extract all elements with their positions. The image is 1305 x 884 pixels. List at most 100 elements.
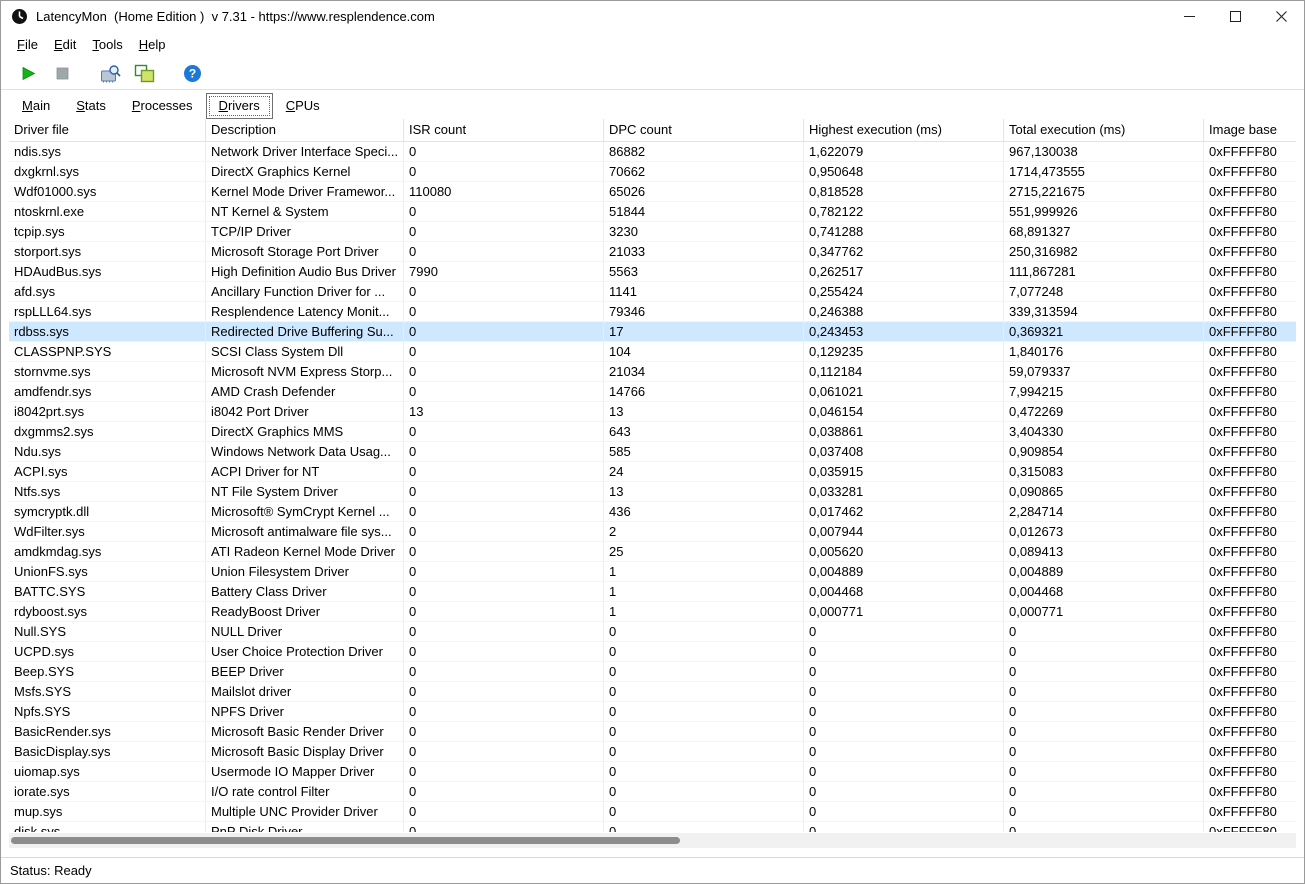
table-row[interactable]: symcryptk.dllMicrosoft® SymCrypt Kernel … bbox=[9, 502, 1296, 522]
column-header-driver-file[interactable]: Driver file bbox=[9, 119, 206, 141]
table-row[interactable]: UCPD.sysUser Choice Protection Driver000… bbox=[9, 642, 1296, 662]
table-row[interactable]: mup.sysMultiple UNC Provider Driver00000… bbox=[9, 802, 1296, 822]
cell-image-base: 0xFFFFF80 bbox=[1204, 342, 1296, 361]
start-monitor-button[interactable] bbox=[13, 59, 43, 87]
cell-isr-count: 0 bbox=[404, 502, 604, 521]
table-row[interactable]: storport.sysMicrosoft Storage Port Drive… bbox=[9, 242, 1296, 262]
tab-main[interactable]: Main bbox=[9, 93, 63, 119]
cell-dpc-count: 14766 bbox=[604, 382, 804, 401]
table-row[interactable]: Msfs.SYSMailslot driver00000xFFFFF80 bbox=[9, 682, 1296, 702]
cell-description: Kernel Mode Driver Framewor... bbox=[206, 182, 404, 201]
device-report-button[interactable] bbox=[95, 59, 125, 87]
table-row[interactable]: Null.SYSNULL Driver00000xFFFFF80 bbox=[9, 622, 1296, 642]
stop-monitor-button[interactable] bbox=[47, 59, 77, 87]
tab-drivers[interactable]: Drivers bbox=[206, 93, 273, 119]
tab-processes[interactable]: Processes bbox=[119, 93, 206, 119]
cell-dpc-count: 2 bbox=[604, 522, 804, 541]
tab-stats[interactable]: Stats bbox=[63, 93, 119, 119]
cell-driver-file: i8042prt.sys bbox=[9, 402, 206, 421]
column-header-total-execution-ms[interactable]: Total execution (ms) bbox=[1004, 119, 1204, 141]
minimize-button[interactable] bbox=[1166, 1, 1212, 31]
cell-image-base: 0xFFFFF80 bbox=[1204, 562, 1296, 581]
table-row[interactable]: Ndu.sysWindows Network Data Usag...05850… bbox=[9, 442, 1296, 462]
table-row[interactable]: CLASSPNP.SYSSCSI Class System Dll01040,1… bbox=[9, 342, 1296, 362]
cell-dpc-count: 104 bbox=[604, 342, 804, 361]
title-bar: LatencyMon (Home Edition ) v 7.31 - http… bbox=[1, 1, 1304, 31]
table-row[interactable]: ndis.sysNetwork Driver Interface Speci..… bbox=[9, 142, 1296, 162]
cell-isr-count: 0 bbox=[404, 202, 604, 221]
cell-isr-count: 0 bbox=[404, 542, 604, 561]
menu-edit[interactable]: Edit bbox=[46, 34, 84, 55]
table-row[interactable]: afd.sysAncillary Function Driver for ...… bbox=[9, 282, 1296, 302]
table-row[interactable]: BATTC.SYSBattery Class Driver010,0044680… bbox=[9, 582, 1296, 602]
column-header-isr-count[interactable]: ISR count bbox=[404, 119, 604, 141]
cell-highest-execution-ms: 0,347762 bbox=[804, 242, 1004, 261]
cell-driver-file: symcryptk.dll bbox=[9, 502, 206, 521]
table-row[interactable]: amdfendr.sysAMD Crash Defender0147660,06… bbox=[9, 382, 1296, 402]
table-row[interactable]: rspLLL64.sysResplendence Latency Monit..… bbox=[9, 302, 1296, 322]
cell-total-execution-ms: 0 bbox=[1004, 642, 1204, 661]
table-row[interactable]: Wdf01000.sysKernel Mode Driver Framewor.… bbox=[9, 182, 1296, 202]
menu-help[interactable]: Help bbox=[131, 34, 174, 55]
tab-cpus[interactable]: CPUs bbox=[273, 93, 333, 119]
column-header-highest-execution-ms[interactable]: Highest execution (ms) bbox=[804, 119, 1004, 141]
menu-tools[interactable]: Tools bbox=[84, 34, 130, 55]
table-row[interactable]: iorate.sysI/O rate control Filter00000xF… bbox=[9, 782, 1296, 802]
table-row[interactable]: BasicDisplay.sysMicrosoft Basic Display … bbox=[9, 742, 1296, 762]
cell-isr-count: 0 bbox=[404, 682, 604, 701]
cell-description: AMD Crash Defender bbox=[206, 382, 404, 401]
drivers-panel: Driver fileDescriptionISR countDPC count… bbox=[9, 119, 1296, 857]
maximize-button[interactable] bbox=[1212, 1, 1258, 31]
table-row[interactable]: stornvme.sysMicrosoft NVM Express Storp.… bbox=[9, 362, 1296, 382]
table-row[interactable]: ACPI.sysACPI Driver for NT0240,0359150,3… bbox=[9, 462, 1296, 482]
table-row[interactable]: ntoskrnl.exeNT Kernel & System0518440,78… bbox=[9, 202, 1296, 222]
cell-highest-execution-ms: 0,818528 bbox=[804, 182, 1004, 201]
cell-total-execution-ms: 339,313594 bbox=[1004, 302, 1204, 321]
cell-description: ACPI Driver for NT bbox=[206, 462, 404, 481]
table-row[interactable]: Npfs.SYSNPFS Driver00000xFFFFF80 bbox=[9, 702, 1296, 722]
column-header-image-base[interactable]: Image base bbox=[1204, 119, 1296, 141]
window-title: LatencyMon (Home Edition ) v 7.31 - http… bbox=[36, 9, 435, 24]
stop-icon bbox=[56, 67, 69, 80]
table-row[interactable]: UnionFS.sysUnion Filesystem Driver010,00… bbox=[9, 562, 1296, 582]
cell-total-execution-ms: 111,867281 bbox=[1004, 262, 1204, 281]
table-row[interactable]: disk.sysPnP Disk Driver00000xFFFFF80 bbox=[9, 822, 1296, 832]
table-row[interactable]: HDAudBus.sysHigh Definition Audio Bus Dr… bbox=[9, 262, 1296, 282]
close-button[interactable] bbox=[1258, 1, 1304, 31]
cell-dpc-count: 5563 bbox=[604, 262, 804, 281]
cell-driver-file: afd.sys bbox=[9, 282, 206, 301]
cell-dpc-count: 1 bbox=[604, 582, 804, 601]
table-row[interactable]: dxgmms2.sysDirectX Graphics MMS06430,038… bbox=[9, 422, 1296, 442]
cell-dpc-count: 643 bbox=[604, 422, 804, 441]
table-row[interactable]: WdFilter.sysMicrosoft antimalware file s… bbox=[9, 522, 1296, 542]
cell-dpc-count: 585 bbox=[604, 442, 804, 461]
table-row[interactable]: tcpip.sysTCP/IP Driver032300,74128868,89… bbox=[9, 222, 1296, 242]
table-row[interactable]: i8042prt.sysi8042 Port Driver13130,04615… bbox=[9, 402, 1296, 422]
table-row[interactable]: dxgkrnl.sysDirectX Graphics Kernel070662… bbox=[9, 162, 1296, 182]
table-row[interactable]: rdbss.sysRedirected Drive Buffering Su..… bbox=[9, 322, 1296, 342]
cell-driver-file: Ntfs.sys bbox=[9, 482, 206, 501]
column-header-description[interactable]: Description bbox=[206, 119, 404, 141]
table-row[interactable]: amdkmdag.sysATI Radeon Kernel Mode Drive… bbox=[9, 542, 1296, 562]
stacked-windows-button[interactable] bbox=[129, 59, 159, 87]
cell-description: NPFS Driver bbox=[206, 702, 404, 721]
table-row[interactable]: rdyboost.sysReadyBoost Driver010,0007710… bbox=[9, 602, 1296, 622]
horizontal-scrollbar[interactable] bbox=[9, 833, 1296, 848]
table-row[interactable]: uiomap.sysUsermode IO Mapper Driver00000… bbox=[9, 762, 1296, 782]
scrollbar-thumb[interactable] bbox=[11, 837, 680, 844]
cell-image-base: 0xFFFFF80 bbox=[1204, 262, 1296, 281]
table-row[interactable]: BasicRender.sysMicrosoft Basic Render Dr… bbox=[9, 722, 1296, 742]
table-row[interactable]: Ntfs.sysNT File System Driver0130,033281… bbox=[9, 482, 1296, 502]
menu-file[interactable]: File bbox=[9, 34, 46, 55]
column-header-dpc-count[interactable]: DPC count bbox=[604, 119, 804, 141]
cell-image-base: 0xFFFFF80 bbox=[1204, 822, 1296, 832]
cell-driver-file: rdbss.sys bbox=[9, 322, 206, 341]
cell-total-execution-ms: 0,012673 bbox=[1004, 522, 1204, 541]
cell-description: Redirected Drive Buffering Su... bbox=[206, 322, 404, 341]
help-button[interactable]: ? bbox=[177, 59, 207, 87]
table-row[interactable]: Beep.SYSBEEP Driver00000xFFFFF80 bbox=[9, 662, 1296, 682]
cell-highest-execution-ms: 0,004468 bbox=[804, 582, 1004, 601]
cell-highest-execution-ms: 0,129235 bbox=[804, 342, 1004, 361]
cell-image-base: 0xFFFFF80 bbox=[1204, 782, 1296, 801]
cell-image-base: 0xFFFFF80 bbox=[1204, 422, 1296, 441]
